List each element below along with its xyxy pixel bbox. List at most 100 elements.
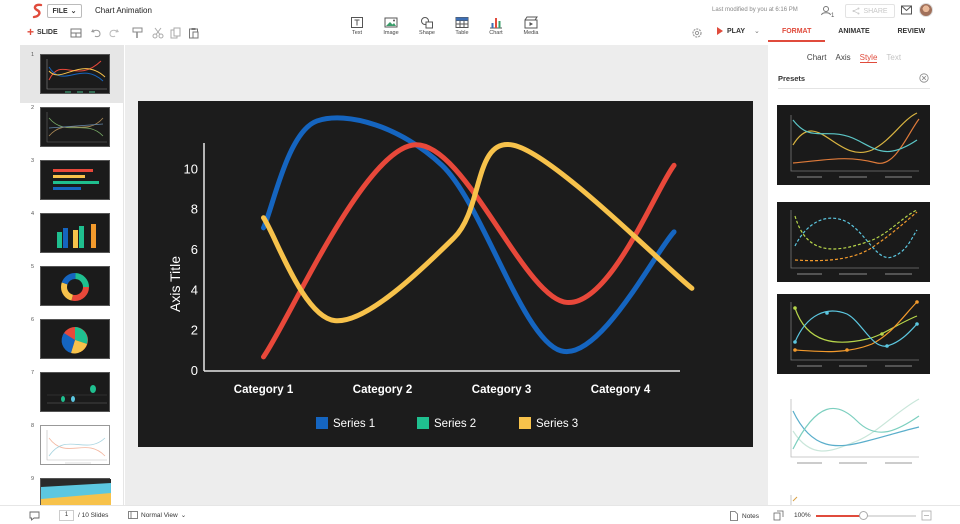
undo-icon[interactable] <box>90 27 102 39</box>
share-icon <box>852 7 860 15</box>
preset-style-4[interactable] <box>777 391 930 471</box>
preset-style-5[interactable] <box>777 485 930 505</box>
slide-thumbnail[interactable] <box>40 319 110 359</box>
y-tick-label: 6 <box>191 242 198 257</box>
slide-thumbnail[interactable] <box>40 160 110 200</box>
paste-icon[interactable] <box>188 27 200 39</box>
insert-text-button[interactable]: Text <box>342 16 372 42</box>
slide-thumbnails-panel: 1 2 3 4 5 6 7 8 9 <box>20 45 124 505</box>
slide-thumbnail-row[interactable]: 2 <box>20 98 123 148</box>
redo-icon[interactable] <box>108 27 120 39</box>
x-category-label: Category 1 <box>234 384 294 396</box>
text-icon <box>351 17 363 28</box>
slide-thumbnail[interactable] <box>40 478 111 505</box>
slide-thumbnail[interactable] <box>40 213 110 253</box>
collaborator-count: 1 <box>831 13 835 18</box>
insert-image-button[interactable]: Image <box>376 16 406 42</box>
preset-style-3[interactable] <box>777 294 930 374</box>
user-avatar[interactable] <box>919 3 933 17</box>
play-label: PLAY <box>727 27 746 35</box>
slide-thumbnail-row[interactable]: 5 <box>20 257 123 307</box>
mail-icon[interactable] <box>901 5 913 16</box>
legend-label: Series 3 <box>536 418 578 430</box>
chat-icon[interactable] <box>29 510 40 521</box>
current-slide[interactable]: 0 2 4 6 8 10 Axis Title Category 1 Category 2 Cat… <box>138 101 753 447</box>
slide-number: 8 <box>31 423 35 429</box>
slide-number: 7 <box>31 370 35 376</box>
zoom-slider-handle[interactable] <box>859 511 868 520</box>
notes-button[interactable]: Notes <box>730 511 759 521</box>
y-axis-title: Axis Title <box>167 256 183 312</box>
share-button[interactable]: SHARE <box>845 4 895 18</box>
slide-thumbnail-row[interactable]: 3 <box>20 151 123 201</box>
insert-chart-button[interactable]: Chart <box>481 16 511 42</box>
tab-format[interactable]: FORMAT <box>768 22 826 42</box>
line-chart[interactable]: 0 2 4 6 8 10 Axis Title Category 1 Category 2 Cat… <box>138 101 753 447</box>
insert-chart-label: Chart <box>489 30 503 36</box>
chevron-down-icon: ⌄ <box>180 512 187 519</box>
add-slide-button[interactable]: + SLIDE <box>27 26 58 38</box>
play-button[interactable]: PLAY <box>717 27 745 35</box>
cut-icon[interactable] <box>152 27 164 39</box>
chevron-down-icon: ⌄ <box>70 8 77 15</box>
presets-title: Presets <box>778 74 806 83</box>
slide-thumbnail-row[interactable]: 6 <box>20 310 123 360</box>
series-curve-3 <box>261 142 695 324</box>
insert-table-button[interactable]: Table <box>447 16 477 42</box>
zoom-slider[interactable] <box>816 511 916 520</box>
insert-media-button[interactable]: Media <box>516 16 546 42</box>
slide-thumbnail-preview <box>61 327 88 354</box>
insert-shape-button[interactable]: Shape <box>412 16 442 42</box>
subtab-chart[interactable]: Chart <box>807 53 827 63</box>
subtab-style[interactable]: Style <box>859 53 878 63</box>
view-mode-select[interactable]: Normal View ⌄ <box>128 511 186 519</box>
y-tick-label: 10 <box>184 161 198 176</box>
image-icon <box>384 17 398 28</box>
tab-animate[interactable]: ANIMATE <box>825 22 882 42</box>
app-logo-icon <box>32 3 43 19</box>
shape-icon <box>421 17 433 29</box>
play-icon <box>717 27 723 35</box>
subtab-axis[interactable]: Axis <box>835 53 850 63</box>
gear-icon[interactable] <box>691 27 703 39</box>
preset-style-1[interactable] <box>777 105 930 185</box>
series-curve-2 <box>261 142 677 360</box>
fit-screen-icon[interactable] <box>773 510 784 521</box>
legend-swatch <box>519 417 531 429</box>
slide-thumbnail-row[interactable]: 8 <box>20 416 123 466</box>
slide-thumbnail[interactable] <box>40 372 110 412</box>
zoom-fit-icon[interactable] <box>921 510 932 521</box>
page-total: / 10 Slides <box>78 512 109 519</box>
x-category-label: Category 3 <box>472 384 531 396</box>
preset-2-preview <box>790 209 919 275</box>
slide-thumbnail-row[interactable]: 1 <box>20 45 123 103</box>
right-edge-strip <box>940 22 960 505</box>
slide-thumbnail-preview <box>46 112 107 143</box>
slide-thumbnail[interactable] <box>40 425 110 465</box>
document-title[interactable]: Chart Animation <box>95 6 152 15</box>
y-tick-label: 8 <box>191 202 198 217</box>
tab-review[interactable]: REVIEW <box>883 22 940 42</box>
y-tick-label: 0 <box>191 363 198 378</box>
layout-icon[interactable] <box>70 27 82 39</box>
preset-style-2[interactable] <box>777 202 930 282</box>
slide-thumbnail-preview <box>46 430 107 464</box>
slide-number: 3 <box>31 158 35 164</box>
y-tick-label: 2 <box>191 323 198 338</box>
play-options-chevron-down-icon[interactable]: ⌄ <box>754 27 760 35</box>
slide-thumbnail[interactable] <box>40 107 110 147</box>
copy-icon[interactable] <box>170 27 182 39</box>
format-painter-icon[interactable] <box>132 27 144 39</box>
file-menu-button[interactable]: FILE ⌄ <box>47 4 82 18</box>
slide-thumbnail[interactable] <box>40 266 110 306</box>
plus-icon: + <box>27 25 35 39</box>
slide-thumbnail-row[interactable]: 7 <box>20 363 123 413</box>
slide-thumbnail-row[interactable]: 4 <box>20 204 123 254</box>
slide-thumbnail-row[interactable]: 9 <box>20 469 123 505</box>
collaborators-button[interactable]: 1 <box>820 4 838 19</box>
close-icon[interactable] <box>919 73 929 83</box>
slide-number: 5 <box>31 264 35 270</box>
slide-thumbnail[interactable] <box>40 54 110 94</box>
page-number-input[interactable]: 1 <box>59 510 74 521</box>
x-category-label: Category 4 <box>591 384 651 396</box>
